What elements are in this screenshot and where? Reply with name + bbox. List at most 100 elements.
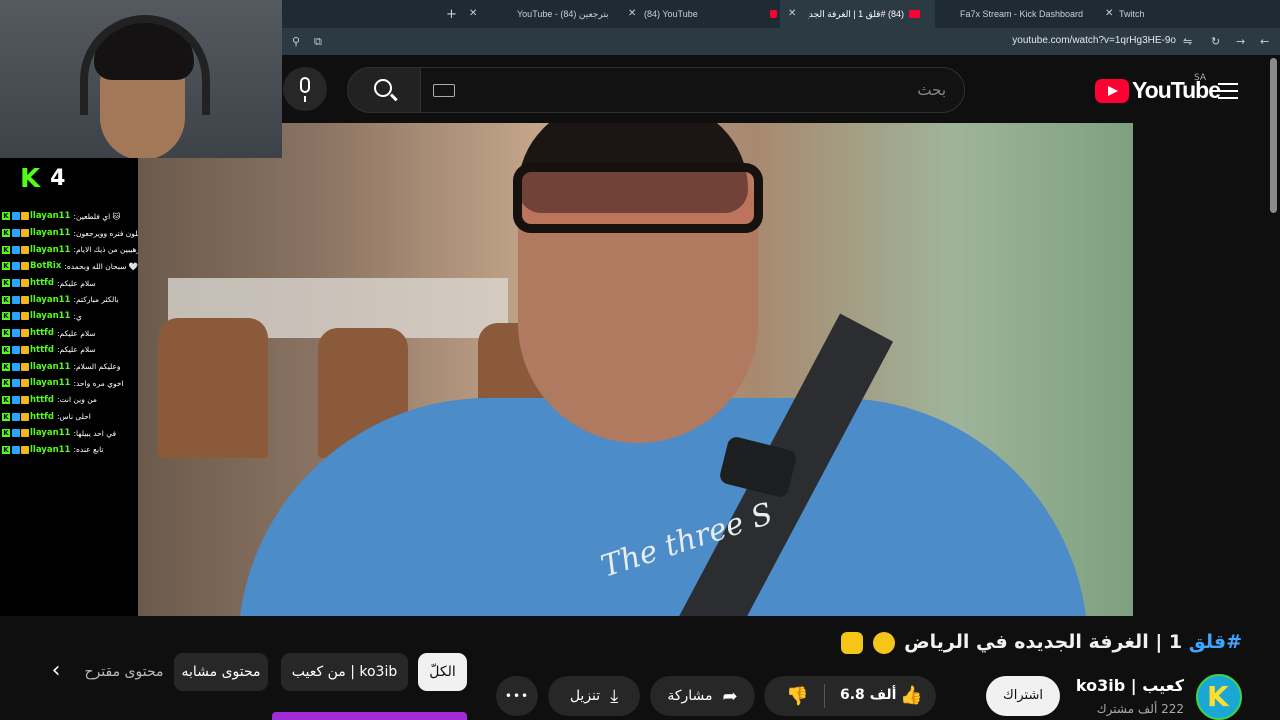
chat-text: وعليكم السلام: [76, 362, 121, 372]
url-text[interactable]: youtube.com/watch?v=1qrHg3HE-9o: [1012, 35, 1176, 46]
chat-username: llayan11: [30, 311, 71, 322]
channel-name[interactable]: كعيب | ko3ib: [1076, 676, 1184, 695]
chat-message: Kllayan11: بالكثر مباركتم: [2, 291, 138, 308]
viewer-count: 4: [50, 166, 66, 191]
chat-message: Khttfd: سلام عليكم: [2, 342, 138, 359]
chat-text: احلى ناس: [59, 412, 91, 422]
channel-avatar[interactable]: K: [1196, 674, 1242, 720]
tab-youtube[interactable]: ✕ (84) YouTube: [622, 0, 777, 28]
user-badge-icon: [12, 212, 20, 221]
kick-badge-icon: K: [2, 262, 10, 271]
more-actions-button[interactable]: •••: [496, 676, 538, 716]
kick-badge-icon: K: [2, 445, 10, 454]
close-tab-icon[interactable]: ✕: [469, 8, 477, 19]
dislike-icon[interactable]: 👎: [786, 686, 808, 707]
chat-message: Kllayan11: رهيبين من ذيك الايام: [2, 241, 138, 258]
kick-badge-icon: K: [2, 412, 10, 421]
like-dislike-group: 👎 6.8 ألف 👍: [764, 676, 936, 716]
user-badge-icon: [21, 445, 29, 454]
back-icon[interactable]: ←: [1260, 35, 1269, 48]
keyboard-icon[interactable]: [433, 84, 455, 97]
reload-icon[interactable]: ↻: [1211, 35, 1220, 48]
user-badge-icon: [12, 229, 20, 238]
user-badge-icon: [21, 412, 29, 421]
chat-username: llayan11: [30, 444, 71, 455]
chat-username: llayan11: [30, 378, 71, 389]
chat-username: llayan11: [30, 244, 71, 255]
zoom-icon[interactable]: ⚲: [292, 35, 300, 48]
video-title: #قلق 1 | الغرفة الجديده في الرياض: [839, 631, 1242, 654]
reader-icon[interactable]: ⇋: [1183, 35, 1192, 48]
chip-all[interactable]: الكلّ: [418, 653, 467, 691]
headset: [80, 15, 210, 115]
search-input[interactable]: بحث: [420, 67, 965, 113]
subscribe-button[interactable]: اشتراك: [986, 676, 1060, 716]
page-scrollbar[interactable]: [1270, 58, 1277, 213]
screenshot-icon[interactable]: ⧉: [314, 35, 322, 49]
tab-twitch[interactable]: ✕ Twitch: [1095, 0, 1175, 28]
chat-username: llayan11: [30, 294, 71, 305]
chat-text: ي: [76, 311, 82, 321]
video-side-area: [1133, 123, 1280, 616]
chat-message: Kllayan11: مدري هم يشغلون فتره وويرجعون: [2, 225, 138, 242]
chat-username: httfd: [30, 328, 54, 339]
youtube-play-icon: [1095, 78, 1130, 103]
user-badge-icon: [12, 362, 20, 371]
seat: [158, 318, 268, 458]
forward-icon[interactable]: →: [1236, 35, 1245, 48]
user-badge-icon: [12, 379, 20, 388]
chip-related[interactable]: محتوى مشابه: [174, 653, 268, 691]
chat-username: BotRix: [30, 261, 62, 272]
user-badge-icon: [12, 262, 20, 271]
user-badge-icon: [21, 429, 29, 438]
search-icon: [374, 79, 392, 97]
chip-from-channel[interactable]: من كعيب | ko3ib: [281, 653, 408, 691]
user-badge-icon: [21, 262, 29, 271]
user-badge-icon: [12, 295, 20, 304]
chevron-left-icon[interactable]: ‹: [40, 656, 72, 688]
subscriber-count: 222 ألف مشترك: [1096, 702, 1184, 716]
kick-badge-icon: K: [2, 379, 10, 388]
tab-kick-dashboard[interactable]: Fa7x Stream - Kick Dashboard: [940, 0, 1090, 28]
chat-message: Khttfd: من وين انت: [2, 392, 138, 409]
chip-more-content[interactable]: محتوى مقترح: [85, 653, 164, 691]
chat-username: httfd: [30, 344, 54, 355]
chat-text: مدري هم يشغلون فتره وويرجعون: [76, 228, 138, 238]
glasses: [513, 163, 763, 233]
user-badge-icon: [21, 379, 29, 388]
user-badge-icon: [21, 329, 29, 338]
youtube-favicon-icon: [769, 10, 777, 18]
search-button[interactable]: [347, 67, 421, 113]
voice-search-button[interactable]: [283, 67, 327, 111]
next-video-thumbnail[interactable]: [272, 712, 467, 720]
close-tab-icon[interactable]: ✕: [788, 8, 796, 19]
user-badge-icon: [21, 212, 29, 221]
menu-icon[interactable]: [1218, 83, 1238, 99]
like-count[interactable]: 6.8 ألف: [840, 687, 896, 703]
chat-message: Kllayan11: اخوي مره واحد: [2, 375, 138, 392]
chat-username: httfd: [30, 411, 54, 422]
chat-text: تابع عنده: [76, 445, 104, 455]
kick-badge-icon: K: [2, 295, 10, 304]
download-button[interactable]: تنزيل ⤓: [548, 676, 640, 716]
kick-badge-icon: K: [2, 245, 10, 254]
video-hashtag[interactable]: #قلق: [1189, 631, 1242, 653]
new-tab-icon[interactable]: +: [446, 7, 457, 22]
user-badge-icon: [21, 345, 29, 354]
chat-message: Khttfd: احلى ناس: [2, 408, 138, 425]
close-tab-icon[interactable]: ✕: [628, 8, 636, 19]
region-code: SA: [1193, 73, 1206, 83]
tab-active-video[interactable]: ✕ (84) #قلق 1 | الغرفة الجديده في: [780, 0, 935, 28]
like-icon[interactable]: 👍: [900, 685, 922, 706]
chat-username: llayan11: [30, 211, 71, 222]
close-tab-icon[interactable]: ✕: [1105, 8, 1113, 19]
share-button[interactable]: مشاركة ➦: [650, 676, 755, 716]
user-badge-icon: [21, 395, 29, 404]
tab-youtube-2[interactable]: ✕ YouTube - بترجعين (84): [465, 0, 617, 28]
video-player[interactable]: The three S: [138, 123, 1133, 616]
chat-text: سلام عليكم: [59, 345, 96, 355]
user-badge-icon: [21, 312, 29, 321]
divider: [824, 684, 825, 708]
chat-text: سبحان الله وبحمده 🤍: [66, 261, 138, 271]
download-icon: ⤓: [610, 685, 619, 707]
